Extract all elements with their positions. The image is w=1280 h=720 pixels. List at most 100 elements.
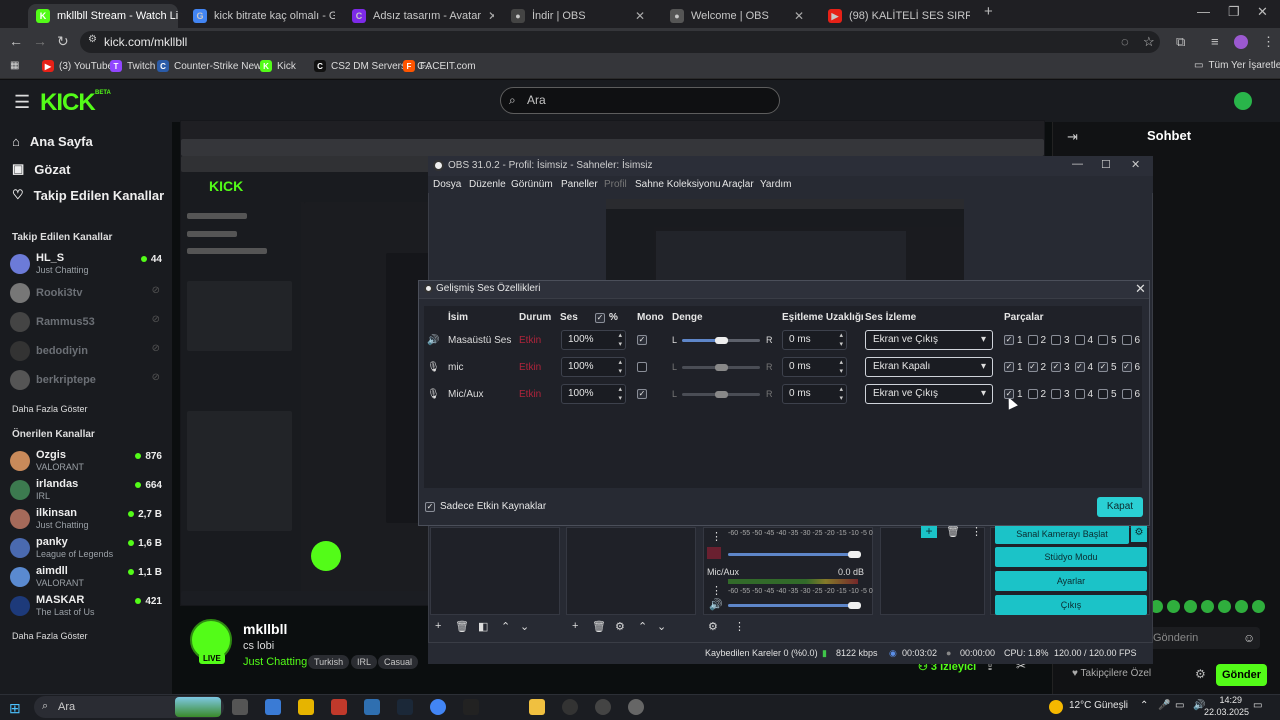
star-icon[interactable]: ☆: [1143, 34, 1155, 50]
track-checkbox[interactable]: ✓: [1051, 362, 1061, 372]
app-icon[interactable]: [463, 699, 479, 715]
emote-icon[interactable]: [1184, 600, 1197, 613]
bookmark-item[interactable]: T Twitch: [110, 60, 155, 72]
followed-channel[interactable]: berkriptepe ⊘: [10, 367, 162, 393]
nav-browse[interactable]: ▣ Gözat: [12, 161, 70, 177]
source-status[interactable]: Etkin: [519, 362, 541, 373]
add-transition-icon[interactable]: +: [921, 524, 937, 538]
only-active-checkbox[interactable]: ✓: [425, 502, 435, 512]
obs-menu-item[interactable]: Görünüm: [511, 179, 553, 190]
recommended-channel[interactable]: ilkinsan Just Chatting 2,7 B: [10, 506, 162, 532]
new-tab-button[interactable]: +: [984, 3, 993, 20]
add-source-icon[interactable]: +: [572, 620, 578, 632]
browser-tab[interactable]: C Adsız tasarım - Avatar ✕: [344, 4, 494, 28]
user-avatar[interactable]: [1234, 92, 1252, 110]
recommended-channel[interactable]: Ozgis VALORANT 876: [10, 448, 162, 474]
notifications-icon[interactable]: ▭: [1253, 700, 1262, 711]
kick-logo[interactable]: KICK: [40, 89, 96, 117]
obs-minimize-icon[interactable]: —: [1072, 158, 1083, 170]
track-checkbox[interactable]: ✓: [1027, 362, 1038, 372]
emote-icon[interactable]: [1252, 600, 1265, 613]
recommended-channel[interactable]: irlandas IRL 664: [10, 477, 162, 503]
close-window-icon[interactable]: ✕: [1257, 4, 1268, 20]
mono-checkbox[interactable]: ✓: [637, 389, 647, 399]
followed-channel[interactable]: HL_S Just Chatting 44: [10, 251, 162, 277]
mono-checkbox[interactable]: [637, 362, 647, 372]
sync-offset-spinbox[interactable]: 0 ms: [782, 384, 847, 404]
chrome-icon[interactable]: [430, 699, 446, 715]
mixer-menu-icon[interactable]: ⋮: [711, 584, 722, 597]
filter-icon[interactable]: ◧: [478, 620, 488, 633]
browser-tab[interactable]: ● İndir | OBS ✕: [503, 4, 653, 28]
send-button[interactable]: Gönder: [1216, 664, 1267, 686]
steam-icon[interactable]: [397, 699, 413, 715]
monitoring-select[interactable]: Ekran ve Çıkış: [865, 330, 993, 350]
apps-icon[interactable]: ▦: [10, 60, 19, 71]
obs-menu-item[interactable]: Profil: [604, 179, 627, 190]
source-up-icon[interactable]: ⌃: [638, 620, 647, 633]
url-field[interactable]: kick.com/mkllbll: [80, 31, 1160, 53]
sync-offset-spinbox[interactable]: 0 ms: [782, 357, 847, 377]
bookmark-item[interactable]: ▶ (3) YouTube: [42, 60, 113, 72]
track-checkbox[interactable]: ✓: [1121, 362, 1132, 372]
monitoring-select[interactable]: Ekran ve Çıkış: [865, 384, 993, 404]
app-icon[interactable]: [628, 699, 644, 715]
obs-taskbar-icon[interactable]: [595, 699, 611, 715]
followed-channel[interactable]: Rooki3tv ⊘: [10, 280, 162, 306]
move-down-icon[interactable]: ⌄: [520, 620, 529, 633]
kick-search-input[interactable]: Ara: [500, 87, 780, 114]
tag-chip[interactable]: Turkish: [308, 655, 350, 669]
recommended-channel[interactable]: aimdll VALORANT 1,1 B: [10, 564, 162, 590]
browser-tab[interactable]: Kmkllbll Stream - Watch Live on✕: [28, 4, 178, 28]
recommended-channel[interactable]: MASKAR The Last of Us 421: [10, 593, 162, 619]
mixer-volume-slider[interactable]: [728, 553, 858, 556]
show-more-recommended[interactable]: Daha Fazla Göster: [12, 631, 88, 641]
tab-close-icon[interactable]: ✕: [794, 9, 804, 23]
mute-indicator[interactable]: [707, 547, 721, 559]
volume-spinbox[interactable]: 100%: [561, 330, 626, 350]
monitoring-select[interactable]: Ekran Kapalı: [865, 357, 993, 377]
obs-menu-item[interactable]: Sahne Koleksiyonu: [635, 179, 721, 190]
track-checkbox[interactable]: [1051, 389, 1061, 399]
reload-icon[interactable]: ↻: [57, 33, 69, 50]
remove-scene-icon[interactable]: 🗑: [455, 620, 469, 633]
mixer-volume-knob[interactable]: [848, 551, 861, 558]
nav-home[interactable]: ⌂ Ana Sayfa: [12, 134, 93, 149]
studio-mode-button[interactable]: Stüdyo Modu: [995, 547, 1147, 567]
tab-close-icon[interactable]: ✕: [635, 9, 645, 23]
mic-volume-knob[interactable]: [848, 602, 861, 609]
source-status[interactable]: Etkin: [519, 335, 541, 346]
obs-menu-item[interactable]: Paneller: [561, 179, 598, 190]
browser-tab[interactable]: ● Welcome | OBS ✕: [662, 4, 812, 28]
sync-offset-spinbox[interactable]: 0 ms: [782, 330, 847, 350]
move-up-icon[interactable]: ⌃: [501, 620, 510, 633]
mixer-more-icon[interactable]: ⋮: [734, 620, 745, 633]
track-checkbox[interactable]: [1121, 389, 1132, 399]
trash-icon[interactable]: 🗑: [946, 525, 960, 538]
streamer-name[interactable]: mkllbll: [243, 621, 287, 637]
bookmark-item[interactable]: F FACEIT.com: [403, 60, 476, 72]
obs-maximize-icon[interactable]: ☐: [1101, 158, 1111, 171]
app-icon[interactable]: [331, 699, 347, 715]
media-icon[interactable]: ≡: [1211, 34, 1219, 49]
recommended-channel[interactable]: panky League of Legends 1,6 B: [10, 535, 162, 561]
site-info-icon[interactable]: ⚙: [88, 34, 97, 45]
balance-knob[interactable]: [715, 391, 728, 398]
obs-close-icon[interactable]: ✕: [1131, 158, 1140, 171]
mixer-menu-icon[interactable]: ⋮: [711, 530, 722, 543]
clock-date[interactable]: 22.03.2025: [1204, 707, 1249, 717]
collapse-chat-icon[interactable]: ⇥: [1067, 129, 1078, 145]
track-checkbox[interactable]: [1027, 389, 1038, 399]
obs-menu-item[interactable]: Araçlar: [722, 179, 754, 190]
clock-time[interactable]: 14:29: [1208, 695, 1242, 705]
copilot-icon[interactable]: [265, 699, 281, 715]
emote-icon[interactable]: [1167, 600, 1180, 613]
minimize-icon[interactable]: —: [1197, 4, 1210, 19]
eye-off-icon[interactable]: ◌: [1121, 34, 1129, 49]
bookmark-item[interactable]: K Kick: [260, 60, 296, 72]
virtual-camera-settings-icon[interactable]: ⚙: [1131, 524, 1147, 542]
track-checkbox[interactable]: ✓: [1098, 362, 1108, 372]
percent-checkbox[interactable]: ✓: [595, 313, 605, 323]
volume-spinbox[interactable]: 100%: [561, 357, 626, 377]
source-down-icon[interactable]: ⌄: [657, 620, 666, 633]
